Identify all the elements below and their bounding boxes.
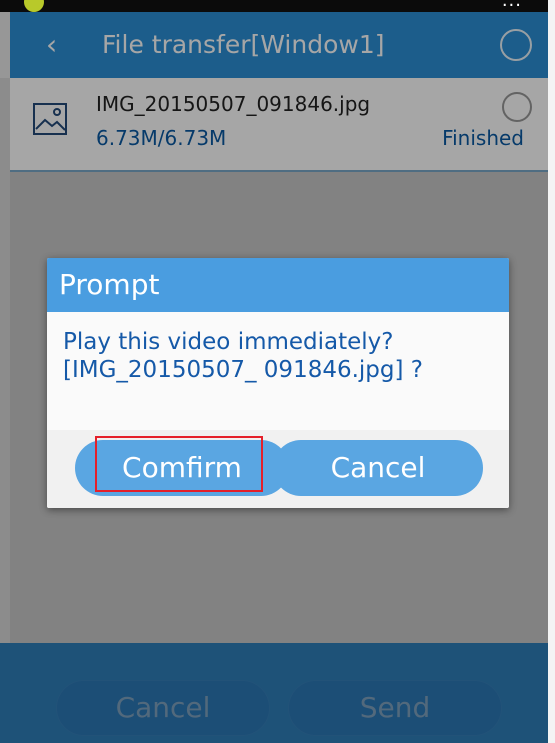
bottom-bar: Cancel Send bbox=[0, 643, 548, 743]
status-bar: ... bbox=[0, 0, 548, 12]
cancel-button[interactable]: Cancel bbox=[56, 680, 270, 736]
dialog-buttons: Comfirm Cancel bbox=[47, 430, 509, 508]
transfer-list: IMG_20150507_091846.jpg 6.73M/6.73M Fini… bbox=[10, 78, 548, 172]
send-button[interactable]: Send bbox=[288, 680, 502, 736]
file-size: 6.73M/6.73M bbox=[96, 126, 227, 150]
dialog-title: Prompt bbox=[47, 258, 509, 312]
dialog-cancel-button[interactable]: Cancel bbox=[273, 440, 483, 496]
transfer-status: Finished bbox=[442, 126, 524, 150]
app-screen: ... ‹ File transfer[Window1] IMG_2015050… bbox=[0, 0, 548, 743]
back-arrow-icon[interactable]: ‹ bbox=[46, 30, 76, 60]
dialog-message: Play this video immediately?[IMG_2015050… bbox=[63, 329, 423, 383]
page-title: File transfer[Window1] bbox=[102, 30, 385, 59]
status-text: ... bbox=[501, 0, 522, 11]
select-all-checkbox[interactable] bbox=[500, 29, 532, 61]
window-edge bbox=[548, 0, 555, 743]
confirm-button[interactable]: Comfirm bbox=[75, 440, 289, 496]
file-select-checkbox[interactable] bbox=[502, 92, 532, 122]
notification-icon bbox=[24, 0, 44, 12]
prompt-dialog: Prompt Play this video immediately?[IMG_… bbox=[47, 258, 509, 508]
image-file-icon bbox=[33, 103, 67, 135]
file-name: IMG_20150507_091846.jpg bbox=[96, 92, 371, 116]
title-bar: ‹ File transfer[Window1] bbox=[10, 12, 548, 78]
